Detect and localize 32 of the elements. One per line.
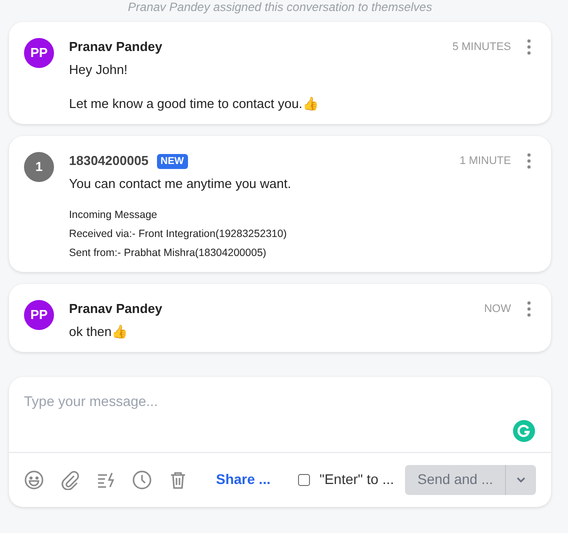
timestamp: 5 MINUTES [452, 40, 511, 55]
message-text: Hey John! [69, 61, 129, 78]
sender-name: Pranav Pandey [69, 38, 162, 56]
more-icon[interactable] [527, 301, 531, 317]
send-button[interactable]: Send and ... [405, 464, 506, 494]
clock-icon[interactable] [132, 470, 152, 490]
avatar: 1 [24, 152, 54, 182]
enter-checkbox[interactable] [298, 474, 310, 486]
emoji-icon[interactable] [24, 470, 44, 490]
enter-label: "Enter" to ... [319, 470, 394, 489]
share-link[interactable]: Share ... [216, 469, 270, 490]
grammar-icon [513, 420, 535, 442]
detail-line: Incoming Message [69, 209, 158, 222]
activity-note: Pranav Pandey assigned this conversation to themselves [126, 0, 434, 14]
detail-line: Received via:- Front Integration(19283252310) [69, 228, 288, 241]
new-badge: NEW [156, 154, 188, 168]
avatar: PP [24, 38, 54, 68]
avatar: PP [24, 300, 54, 330]
more-icon[interactable] [527, 39, 531, 55]
message-text: Let me know a good time to contact you.👍 [69, 95, 320, 112]
trash-icon[interactable] [168, 470, 188, 490]
sender-name: Pranav Pandey [69, 300, 162, 318]
more-icon[interactable] [527, 153, 531, 169]
paperclip-icon[interactable] [60, 470, 80, 490]
message-text: ok then👍 [69, 323, 129, 340]
timestamp: 1 MINUTE [460, 154, 511, 169]
message-input[interactable]: Type your message... [24, 391, 524, 412]
caret-icon [516, 476, 526, 482]
sender-name: 18304200005 [69, 152, 149, 170]
message-text: You can contact me anytime you want. [69, 175, 292, 192]
detail-line: Sent from:- Prabhat Mishra(18304200005) [69, 247, 268, 260]
timestamp: NOW [484, 302, 511, 317]
